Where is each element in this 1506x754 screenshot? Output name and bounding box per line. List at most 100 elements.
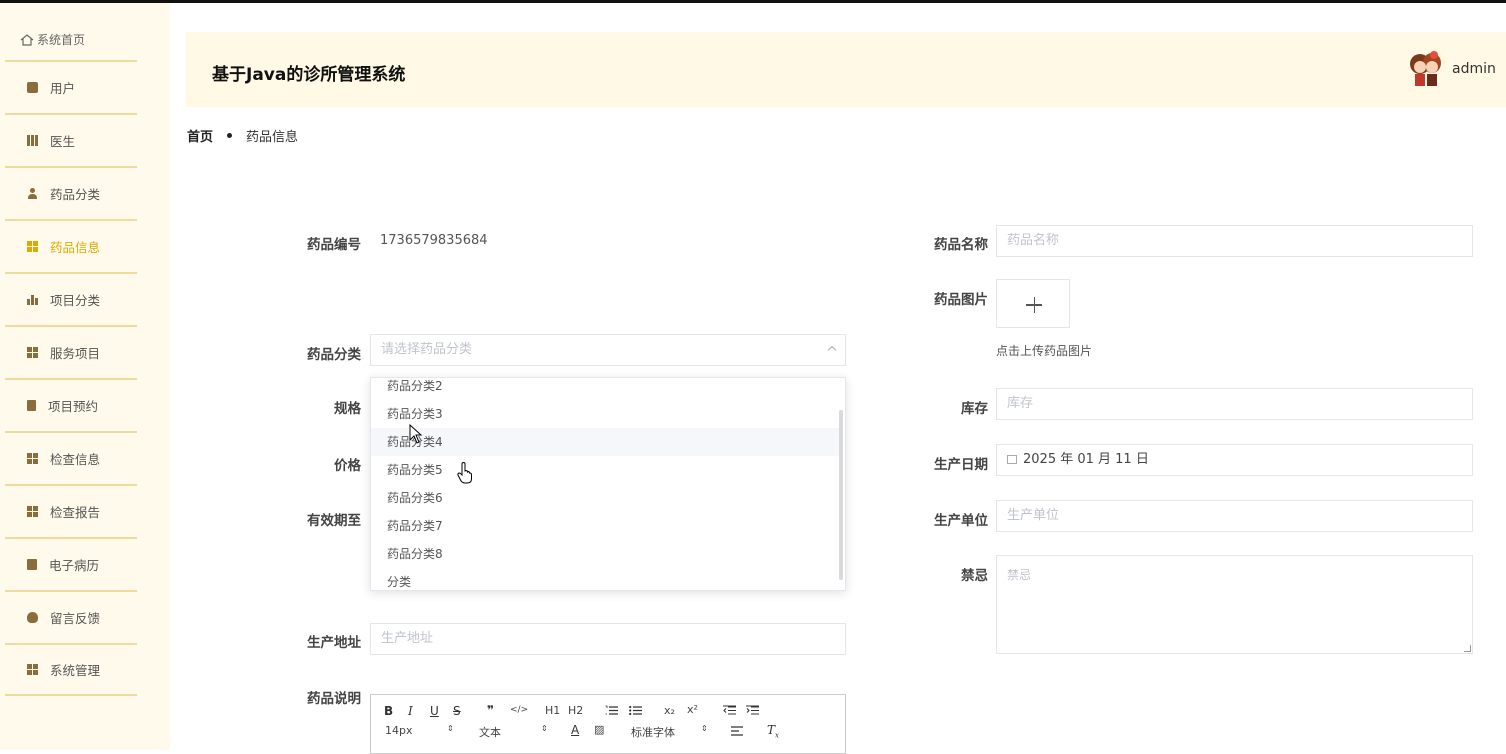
dropdown-scrollbar[interactable] bbox=[839, 410, 843, 580]
background-color-icon[interactable]: ▨ bbox=[594, 723, 604, 736]
dropdown-option[interactable]: 药品分类6 bbox=[371, 484, 839, 512]
bullet-list-icon[interactable] bbox=[629, 705, 642, 716]
sidebar-item-users[interactable]: 用户 bbox=[5, 60, 137, 113]
taboo-placeholder: 禁忌 bbox=[1007, 568, 1032, 582]
font-family-select[interactable]: 标准字体 bbox=[631, 724, 675, 740]
sidebar-item-doctors[interactable]: 医生 bbox=[5, 113, 137, 166]
chart-icon bbox=[27, 294, 38, 305]
resize-handle[interactable] bbox=[1464, 645, 1471, 652]
image-upload-button[interactable] bbox=[996, 279, 1070, 328]
updown-arrows-icon: ⇕ bbox=[701, 724, 708, 733]
address-label: 生产地址 bbox=[307, 635, 361, 651]
superscript-button[interactable]: x² bbox=[687, 703, 698, 716]
address-placeholder: 生产地址 bbox=[381, 631, 434, 646]
category-select[interactable]: 请选择药品分类 bbox=[370, 334, 846, 366]
sidebar-item-label: 药品信息 bbox=[50, 240, 101, 255]
top-header: 基于Java的诊所管理系统 admin bbox=[186, 32, 1506, 107]
sidebar-item-drug-info[interactable]: 药品信息 bbox=[5, 219, 137, 272]
chat-icon bbox=[27, 82, 38, 93]
font-color-icon[interactable]: A bbox=[571, 723, 579, 737]
grid-icon bbox=[27, 241, 38, 252]
maker-input[interactable]: 生产单位 bbox=[996, 500, 1473, 532]
dropdown-option[interactable]: 药品分类7 bbox=[371, 512, 839, 540]
strike-button[interactable]: S bbox=[453, 704, 461, 718]
h2-button[interactable]: H2 bbox=[568, 704, 583, 717]
image-upload-hint: 点击上传药品图片 bbox=[996, 344, 1093, 358]
sidebar-item-medical-records[interactable]: 电子病历 bbox=[5, 537, 137, 590]
avatar[interactable] bbox=[1408, 50, 1442, 88]
sidebar-item-label: 服务项目 bbox=[50, 346, 101, 361]
dropdown-option-hovered[interactable]: 药品分类4 bbox=[371, 428, 839, 456]
desc-label: 药品说明 bbox=[307, 691, 361, 707]
window-top-border bbox=[0, 0, 1506, 3]
sidebar-item-feedback[interactable]: 留言反馈 bbox=[5, 590, 137, 643]
sidebar-item-services[interactable]: 服务项目 bbox=[5, 325, 137, 378]
category-placeholder: 请选择药品分类 bbox=[381, 342, 473, 357]
blockquote-button[interactable]: ❞ bbox=[487, 703, 494, 717]
sidebar-item-exam-info[interactable]: 检查信息 bbox=[5, 431, 137, 484]
updown-arrows-icon: ⇕ bbox=[447, 724, 454, 733]
checklist-icon bbox=[27, 559, 37, 570]
bulb-icon bbox=[27, 612, 38, 623]
address-input[interactable]: 生产地址 bbox=[370, 623, 846, 655]
sidebar-item-label: 系统管理 bbox=[50, 663, 101, 678]
code-label: 药品编号 bbox=[307, 237, 361, 253]
grid-icon bbox=[27, 664, 38, 675]
sidebar-menu: 用户 医生 药品分类 药品信息 项目分类 服务项目 项目预约 检查信息 检查报告… bbox=[5, 60, 137, 696]
name-placeholder: 药品名称 bbox=[1007, 233, 1060, 248]
dropdown-option[interactable]: 药品分类5 bbox=[371, 456, 839, 484]
dropdown-option[interactable]: 药品分类2 bbox=[371, 378, 839, 400]
underline-button[interactable]: U bbox=[430, 704, 439, 718]
indent-icon[interactable] bbox=[746, 705, 759, 716]
date-label: 生产日期 bbox=[934, 457, 988, 473]
username[interactable]: admin bbox=[1452, 61, 1496, 77]
dropdown-option[interactable]: 分类 bbox=[371, 568, 839, 590]
sidebar-item-label: 检查信息 bbox=[50, 452, 101, 467]
category-dropdown: 药品分类2 药品分类3 药品分类4 药品分类5 药品分类6 药品分类7 药品分类… bbox=[370, 377, 846, 591]
dropdown-option[interactable]: 药品分类8 bbox=[371, 540, 839, 568]
stock-label: 库存 bbox=[961, 401, 988, 417]
outdent-icon[interactable] bbox=[723, 705, 736, 716]
breadcrumb-home[interactable]: 首页 bbox=[187, 126, 213, 145]
sidebar-item-label: 检查报告 bbox=[50, 505, 101, 520]
sidebar-item-appointments[interactable]: 项目预约 bbox=[5, 378, 137, 431]
expiry-label: 有效期至 bbox=[307, 513, 361, 529]
arrow-cursor-icon bbox=[409, 424, 423, 444]
category-label: 药品分类 bbox=[307, 347, 361, 363]
spec-label: 规格 bbox=[334, 401, 361, 417]
font-size-select[interactable]: 14px bbox=[385, 724, 413, 737]
home-icon bbox=[20, 33, 34, 46]
sidebar-home-link[interactable]: 系统首页 bbox=[20, 31, 85, 48]
subscript-button[interactable]: x₂ bbox=[664, 704, 675, 717]
calendar-icon bbox=[1007, 455, 1017, 464]
breadcrumb-current: 药品信息 bbox=[246, 130, 299, 145]
sidebar-item-exam-report[interactable]: 检查报告 bbox=[5, 484, 137, 537]
h1-button[interactable]: H1 bbox=[545, 704, 560, 717]
code-block-button[interactable]: </> bbox=[510, 705, 528, 715]
bars-icon bbox=[27, 135, 38, 146]
app-title: 基于Java的诊所管理系统 bbox=[212, 65, 406, 85]
block-type-select[interactable]: 文本 bbox=[479, 724, 501, 740]
name-input[interactable]: 药品名称 bbox=[996, 225, 1473, 257]
sidebar: 系统首页 用户 医生 药品分类 药品信息 项目分类 服务项目 项目预约 检查信息… bbox=[0, 3, 170, 750]
sidebar-item-label: 用户 bbox=[50, 81, 76, 96]
align-left-icon[interactable] bbox=[731, 726, 743, 736]
name-label: 药品名称 bbox=[934, 237, 988, 253]
bold-button[interactable]: B bbox=[384, 704, 393, 718]
ordered-list-icon[interactable] bbox=[605, 705, 618, 716]
sidebar-item-label: 项目预约 bbox=[48, 399, 99, 414]
sidebar-item-system[interactable]: 系统管理 bbox=[5, 643, 137, 696]
clear-format-icon[interactable]: Tx bbox=[767, 723, 779, 739]
sidebar-item-project-category[interactable]: 项目分类 bbox=[5, 272, 137, 325]
taboo-label: 禁忌 bbox=[961, 568, 988, 584]
taboo-textarea[interactable]: 禁忌 bbox=[996, 555, 1473, 654]
dropdown-option[interactable]: 药品分类3 bbox=[371, 400, 839, 428]
stock-input[interactable]: 库存 bbox=[996, 388, 1473, 420]
sidebar-item-drug-category[interactable]: 药品分类 bbox=[5, 166, 137, 219]
clipboard-icon bbox=[27, 400, 36, 411]
italic-button[interactable]: I bbox=[408, 704, 413, 718]
updown-arrows-icon: ⇕ bbox=[541, 724, 548, 733]
rich-text-editor[interactable]: B I U S ❞ </> H1 H2 x₂ x² 14px ⇕ 文本 ⇕ A … bbox=[370, 694, 846, 754]
date-picker[interactable]: 2025 年 01 月 11 日 bbox=[996, 444, 1473, 476]
user-icon bbox=[27, 188, 38, 199]
